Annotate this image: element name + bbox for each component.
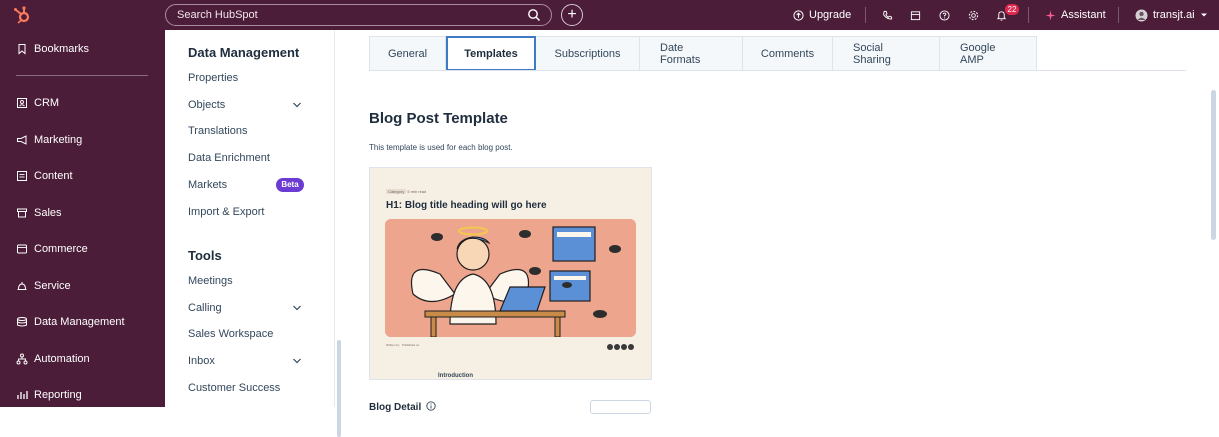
search-icon[interactable] [527, 8, 541, 22]
tab-general[interactable]: General [369, 36, 446, 71]
bookmark-icon [18, 44, 26, 55]
caret-down-icon [1200, 13, 1207, 17]
create-new-button[interactable]: + [561, 4, 583, 26]
sidebar-item-label: Automation [34, 353, 90, 365]
main-content: General Templates Subscriptions Date For… [348, 30, 1219, 414]
topbar-divider [1028, 7, 1029, 23]
tab-google-amp[interactable]: Google AMP [940, 36, 1037, 71]
preview-meta: Written by Published on [386, 343, 420, 347]
preview-introduction: Introduction [438, 373, 473, 379]
sidebar-item-label: CRM [34, 97, 60, 109]
upgrade-label: Upgrade [809, 9, 852, 21]
sidebar-item-service[interactable]: Service [16, 276, 71, 296]
tab-date-formats[interactable]: Date Formats [640, 36, 743, 71]
notification-count-badge: 22 [1005, 4, 1019, 15]
tabs-underline [369, 70, 1186, 71]
sidebar-item-label: Marketing [34, 134, 83, 146]
tab-social-sharing[interactable]: Social Sharing [833, 36, 940, 71]
preview-social-icons [606, 344, 634, 350]
phone-icon[interactable] [882, 10, 893, 21]
sidebar-item-marketing[interactable]: Marketing [16, 130, 82, 150]
sidebar-item-automation[interactable]: Automation [16, 349, 90, 369]
main-scrollbar[interactable] [1211, 90, 1216, 240]
settings-subnav: Data Management Properties Objects Trans… [165, 30, 341, 437]
subnav-item-calling[interactable]: Calling [188, 302, 222, 314]
subnav-item-properties[interactable]: Properties [188, 72, 238, 84]
account-menu[interactable]: transjt.ai [1135, 0, 1208, 30]
upgrade-button[interactable]: Upgrade [793, 0, 851, 30]
content-icon [17, 171, 27, 181]
subnav-heading-data-management: Data Management [188, 45, 300, 60]
sidebar-item-sales[interactable]: Sales [16, 203, 62, 223]
section-title: Blog Post Template [369, 110, 508, 127]
avatar-icon [1135, 9, 1148, 21]
sidebar-item-bookmarks[interactable]: Bookmarks [16, 39, 89, 59]
sidebar-item-label: Service [34, 280, 71, 292]
sidebar-item-label: Commerce [34, 243, 88, 255]
sidebar-divider [16, 75, 148, 76]
subnav-scrollbar[interactable] [337, 340, 341, 437]
database-icon [17, 317, 27, 327]
marketplace-icon[interactable] [910, 10, 921, 21]
subnav-item-meetings[interactable]: Meetings [188, 275, 233, 287]
beta-badge: Beta [276, 178, 304, 192]
search-placeholder: Search HubSpot [177, 9, 258, 21]
sidebar-item-reporting[interactable]: Reporting [16, 385, 82, 405]
subnav-item-customer-success[interactable]: Customer Success [188, 382, 280, 394]
subnav-item-markets[interactable]: Markets [188, 179, 227, 191]
sidebar-item-label: Sales [34, 207, 62, 219]
sidebar-item-label: Reporting [34, 389, 82, 401]
preview-category-chip: Category 5 min read [386, 189, 427, 194]
angel-coder-illustration-icon [385, 219, 636, 337]
commerce-icon [17, 244, 27, 254]
sidebar-item-crm[interactable]: CRM [16, 93, 59, 113]
topbar-divider [865, 7, 866, 23]
main-sidebar: Bookmarks CRM Marketing Content Sales Co… [0, 30, 165, 407]
blog-detail-label: Blog Detail [369, 401, 436, 413]
tab-comments[interactable]: Comments [743, 36, 833, 71]
account-label: transjt.ai [1153, 9, 1195, 21]
preview-illustration [385, 219, 636, 337]
tab-templates[interactable]: Templates [446, 36, 536, 71]
chevron-down-icon[interactable] [292, 100, 302, 110]
subnav-item-data-enrichment[interactable]: Data Enrichment [188, 152, 270, 164]
sidebar-item-label: Data Management [34, 316, 125, 328]
info-icon[interactable] [426, 401, 436, 411]
sidebar-item-label: Bookmarks [34, 43, 90, 55]
megaphone-icon [17, 135, 27, 145]
chevron-down-icon[interactable] [292, 303, 302, 313]
blog-detail-select-button[interactable] [590, 400, 651, 414]
top-navigation-bar: Search HubSpot + Upgrade 22 Assistant tr… [0, 0, 1219, 30]
topbar-divider [1118, 7, 1119, 23]
chevron-down-icon[interactable] [292, 356, 302, 366]
assistant-button[interactable]: Assistant [1045, 0, 1106, 30]
sidebar-item-data-management[interactable]: Data Management [16, 312, 125, 332]
assistant-label: Assistant [1061, 9, 1106, 21]
reporting-icon [17, 391, 28, 399]
crm-icon [17, 98, 27, 108]
subnav-item-sales-workspace[interactable]: Sales Workspace [188, 328, 273, 340]
search-input[interactable]: Search HubSpot [165, 4, 552, 26]
settings-tabs: General Templates Subscriptions Date For… [369, 36, 1037, 71]
subnav-item-translations[interactable]: Translations [188, 125, 248, 137]
service-icon [17, 282, 27, 290]
subnav-item-objects[interactable]: Objects [188, 99, 225, 111]
sparkle-icon [1045, 9, 1056, 21]
sidebar-item-label: Content [34, 170, 73, 182]
sales-icon [17, 208, 27, 218]
sidebar-item-content[interactable]: Content [16, 166, 73, 186]
sidebar-item-commerce[interactable]: Commerce [16, 239, 88, 259]
tab-subscriptions[interactable]: Subscriptions [536, 36, 640, 71]
subnav-item-import-export[interactable]: Import & Export [188, 206, 264, 218]
settings-gear-icon[interactable] [968, 10, 979, 21]
preview-heading: H1: Blog title heading will go here [386, 200, 547, 211]
upgrade-icon [793, 9, 804, 21]
hubspot-logo-icon[interactable] [12, 5, 32, 25]
help-icon[interactable] [939, 10, 950, 21]
subnav-heading-tools: Tools [188, 248, 222, 263]
automation-icon [16, 353, 28, 365]
template-preview-thumbnail[interactable]: Category 5 min read H1: Blog title headi… [369, 167, 652, 380]
section-description: This template is used for each blog post… [369, 143, 513, 152]
subnav-item-inbox[interactable]: Inbox [188, 355, 215, 367]
